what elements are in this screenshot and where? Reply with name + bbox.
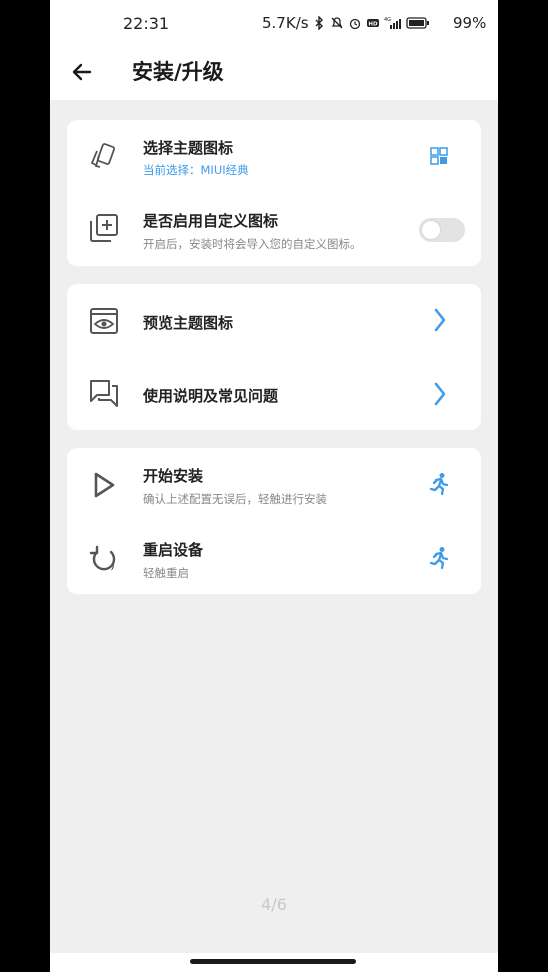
back-arrow-icon[interactable] (68, 58, 96, 86)
select-theme-title: 选择主题图标 (143, 139, 234, 157)
library-add-icon (90, 214, 118, 242)
custom-icons-row[interactable]: 是否启用自定义图标 开启后，安装时将会导入您的自定义图标。 (67, 194, 481, 266)
forum-icon (90, 380, 118, 407)
settings-card-actions: 开始安装 确认上述配置无误后，轻触进行安装 重启设备 轻触重启 (67, 448, 481, 594)
bluetooth-icon (315, 16, 323, 30)
preview-title: 预览主题图标 (143, 314, 234, 332)
custom-icons-subtitle: 开启后，安装时将会导入您的自定义图标。 (143, 237, 362, 251)
page-indicator: 4/6 (261, 895, 287, 914)
select-theme-row[interactable]: 选择主题图标 当前选择：MIUI经典 (67, 120, 481, 192)
restart-icon (89, 545, 116, 571)
status-time: 22:31 (123, 14, 170, 33)
app-header: 安装/升级 (50, 48, 498, 100)
hd-icon: HD (367, 19, 379, 28)
battery-icon (406, 17, 429, 29)
help-title: 使用说明及常见问题 (143, 387, 279, 405)
svg-text:4G: 4G (384, 17, 391, 23)
reboot-row[interactable]: 重启设备 轻触重启 (67, 522, 481, 594)
alarm-icon (349, 18, 361, 30)
custom-icons-toggle[interactable] (419, 218, 465, 242)
navigation-bar (50, 953, 498, 972)
run-icon[interactable] (427, 472, 451, 496)
battery-percent: 99% (453, 14, 487, 32)
help-row[interactable]: 使用说明及常见问题 (67, 358, 481, 430)
status-icons: HD 4G (312, 12, 430, 34)
preview-row[interactable]: 预览主题图标 (67, 284, 481, 356)
network-speed: 5.7K/s (262, 14, 309, 32)
select-theme-subtitle: 当前选择：MIUI经典 (143, 163, 249, 177)
play-icon (94, 472, 115, 498)
svg-text:HD: HD (368, 22, 378, 28)
page-title: 安装/升级 (132, 60, 224, 84)
settings-card-theme: 选择主题图标 当前选择：MIUI经典 是否启用自定义图标 开启后，安装时将会导入… (67, 120, 481, 266)
gesture-handle[interactable] (190, 959, 356, 964)
install-subtitle: 确认上述配置无误后，轻触进行安装 (143, 492, 327, 506)
reboot-subtitle: 轻触重启 (143, 566, 189, 580)
chevron-right-icon[interactable] (433, 382, 447, 406)
phone-screen: 22:31 5.7K/s HD 4G 99% 安装/升级 选择主题图标 当前选择… (50, 0, 498, 972)
custom-icons-title: 是否启用自定义图标 (143, 212, 279, 230)
settings-card-info: 预览主题图标 使用说明及常见问题 (67, 284, 481, 430)
toggle-knob (422, 221, 440, 239)
bell-off-icon (331, 17, 343, 29)
grid-icon[interactable] (429, 146, 449, 166)
run-icon[interactable] (427, 546, 451, 570)
status-bar: 22:31 5.7K/s HD 4G 99% (50, 0, 498, 48)
install-title: 开始安装 (143, 467, 204, 485)
install-row[interactable]: 开始安装 确认上述配置无误后，轻触进行安装 (67, 448, 481, 520)
preview-eye-icon (90, 308, 118, 334)
chevron-right-icon[interactable] (433, 308, 447, 332)
signal-4g-icon: 4G (384, 17, 401, 29)
cards-icon (90, 143, 116, 168)
reboot-title: 重启设备 (143, 541, 204, 559)
